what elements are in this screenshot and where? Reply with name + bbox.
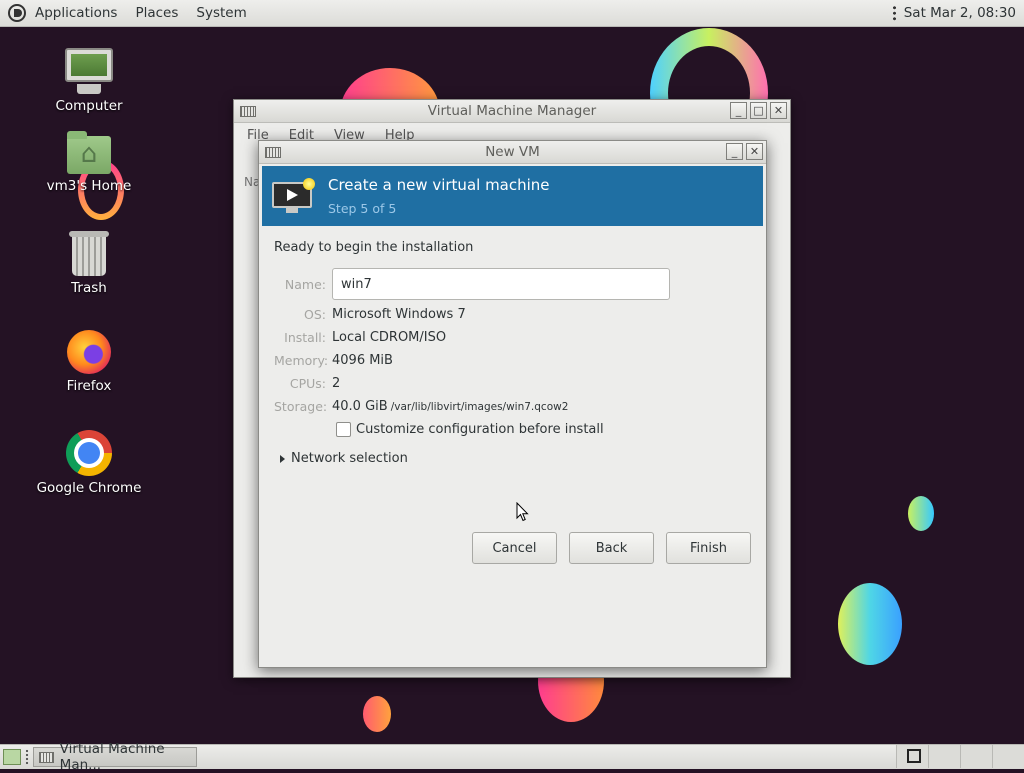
panel-handle-icon[interactable]: [25, 749, 29, 765]
window-title: Virtual Machine Manager: [427, 103, 597, 119]
memory-label: Memory:: [274, 353, 329, 368]
desktop-icon-computer[interactable]: Computer: [34, 48, 144, 114]
new-vm-icon: [272, 178, 316, 214]
wallpaper-orb: [838, 583, 902, 665]
desktop-icon-label: Firefox: [66, 378, 112, 394]
taskbar-item-label: Virtual Machine Man...: [59, 741, 165, 773]
menu-places[interactable]: Places: [126, 5, 187, 21]
workspace-2[interactable]: [928, 745, 960, 768]
workspace-3[interactable]: [960, 745, 992, 768]
desktop-icon-label: Trash: [71, 280, 107, 296]
wizard-title: Create a new virtual machine: [328, 176, 550, 194]
install-label: Install:: [284, 330, 326, 345]
clock[interactable]: Sat Mar 2, 08:30: [904, 5, 1024, 21]
maximize-button[interactable]: □: [750, 102, 767, 119]
desktop-icon-label: vm3's Home: [46, 178, 132, 194]
cancel-button[interactable]: Cancel: [472, 532, 557, 564]
wizard-step: Step 5 of 5: [328, 201, 397, 216]
workspace-4[interactable]: [992, 745, 1024, 768]
storage-path: /var/lib/libvirt/images/win7.qcow2: [390, 400, 569, 413]
os-label: OS:: [304, 307, 326, 322]
show-desktop-icon[interactable]: [3, 749, 21, 765]
workspace-switcher: [896, 745, 1024, 769]
chrome-icon: [66, 430, 112, 476]
wizard-content: Ready to begin the installation Name: OS…: [259, 226, 766, 630]
cpus-label: CPUs:: [289, 376, 326, 391]
vm-name-input[interactable]: [332, 268, 670, 300]
network-selection-expander[interactable]: Network selection: [280, 451, 766, 466]
wallpaper-orb: [363, 696, 391, 732]
vmm-app-icon: [39, 751, 54, 763]
storage-label: Storage:: [274, 399, 328, 414]
new-vm-titlebar[interactable]: New VM _ ✕: [259, 141, 766, 164]
bottom-panel: Virtual Machine Man...: [0, 741, 1024, 773]
close-button[interactable]: ✕: [770, 102, 787, 119]
finish-button[interactable]: Finish: [666, 532, 751, 564]
computer-icon: [65, 48, 113, 94]
cpus-value: 2: [332, 376, 341, 391]
memory-value: 4096 MiB: [332, 353, 393, 368]
panel-handle-icon[interactable]: [892, 5, 896, 21]
vmm-titlebar[interactable]: Virtual Machine Manager _ □ ✕: [234, 100, 790, 123]
distro-logo-icon[interactable]: [8, 4, 26, 22]
wallpaper-orb: [908, 496, 934, 531]
ready-text: Ready to begin the installation: [274, 240, 474, 255]
os-value: Microsoft Windows 7: [332, 307, 466, 322]
desktop-icon-firefox[interactable]: Firefox: [34, 330, 144, 394]
expander-arrow-icon[interactable]: [280, 454, 285, 463]
network-selection-label[interactable]: Network selection: [291, 451, 408, 466]
minimize-button[interactable]: _: [726, 143, 743, 160]
menu-applications[interactable]: Applications: [26, 5, 126, 21]
vmm-app-icon: [240, 105, 256, 117]
customize-option[interactable]: Customize configuration before install: [336, 422, 766, 437]
dialog-title: New VM: [485, 144, 540, 160]
desktop-icon-trash[interactable]: Trash: [34, 231, 144, 296]
taskbar-item-vmm[interactable]: Virtual Machine Man...: [33, 741, 197, 773]
desktop-icon-home[interactable]: vm3's Home: [34, 131, 144, 194]
menu-system[interactable]: System: [187, 5, 255, 21]
desktop-icon-chrome[interactable]: Google Chrome: [34, 430, 144, 496]
minimize-button[interactable]: _: [730, 102, 747, 119]
top-panel: Applications Places System Sat Mar 2, 08…: [0, 0, 1024, 27]
name-label: Name:: [284, 276, 326, 292]
customize-label[interactable]: Customize configuration before install: [356, 422, 604, 437]
trash-icon: [69, 231, 109, 276]
install-value: Local CDROM/ISO: [332, 330, 447, 345]
customize-checkbox[interactable]: [336, 422, 351, 437]
new-vm-dialog: New VM _ ✕ Create a new virtual machine …: [258, 140, 767, 668]
desktop-icon-label: Google Chrome: [36, 480, 142, 496]
wizard-header: Create a new virtual machine Step 5 of 5: [262, 166, 763, 226]
firefox-icon: [67, 330, 111, 374]
workspace-1[interactable]: [896, 745, 928, 768]
home-folder-icon: [67, 131, 111, 174]
desktop-icon-label: Computer: [55, 98, 123, 114]
close-button[interactable]: ✕: [746, 143, 763, 160]
back-button[interactable]: Back: [569, 532, 654, 564]
storage-value: 40.0 GiB: [332, 399, 388, 414]
vmm-app-icon: [265, 146, 281, 158]
